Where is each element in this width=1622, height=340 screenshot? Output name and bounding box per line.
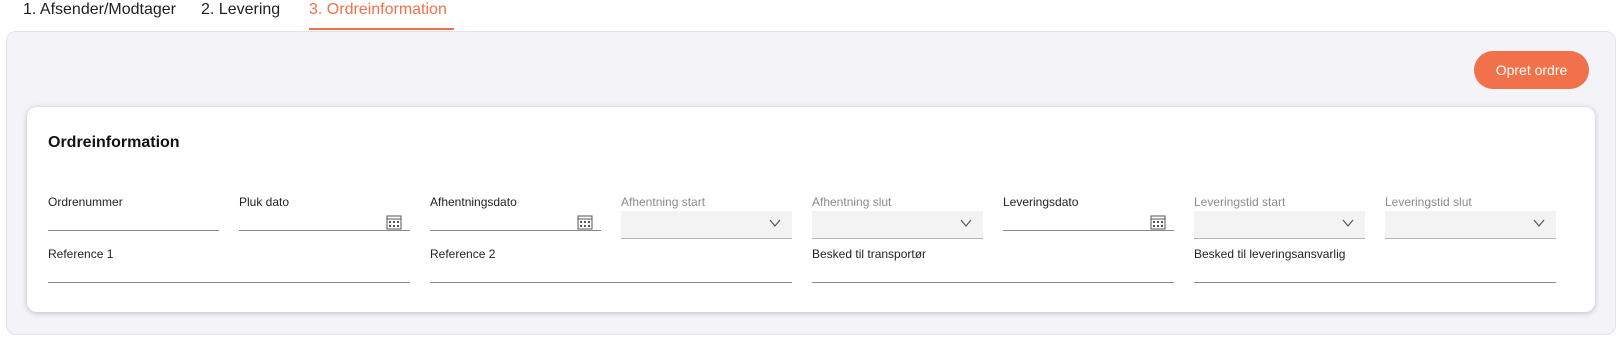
chevron-down-icon xyxy=(1533,219,1545,227)
afhentning-start-label: Afhentning start xyxy=(621,195,706,209)
ordrenummer-field: Ordrenummer xyxy=(48,195,219,233)
tab-levering[interactable]: 2. Levering xyxy=(201,0,280,20)
pluk-dato-label: Pluk dato xyxy=(239,195,290,209)
chevron-down-icon xyxy=(1342,219,1354,227)
afhentningsdato-field: Afhentningsdato xyxy=(430,195,601,233)
leveringstid-start-select[interactable] xyxy=(1194,211,1365,239)
besked-transportoer-label: Besked til transportør xyxy=(812,247,927,261)
reference-2-input[interactable] xyxy=(430,263,792,283)
leveringstid-start-field: Leveringstid start xyxy=(1194,195,1365,239)
afhentning-start-field: Afhentning start xyxy=(621,195,792,239)
leveringstid-start-label: Leveringstid start xyxy=(1194,195,1286,209)
tab-ordreinformation[interactable]: 3. Ordreinformation xyxy=(309,0,447,20)
reference-1-label: Reference 1 xyxy=(48,247,114,261)
leveringsdato-input[interactable] xyxy=(1003,211,1174,231)
ordrenummer-label: Ordrenummer xyxy=(48,195,123,209)
calendar-icon[interactable] xyxy=(1150,214,1166,230)
chevron-down-icon xyxy=(769,219,781,227)
besked-leveringsansvarlig-input[interactable] xyxy=(1194,263,1556,283)
pluk-dato-field: Pluk dato xyxy=(239,195,410,233)
afhentning-slut-field: Afhentning slut xyxy=(812,195,983,239)
leveringstid-slut-label: Leveringstid slut xyxy=(1385,195,1472,209)
besked-transportoer-field: Besked til transportør xyxy=(812,247,1174,285)
chevron-down-icon xyxy=(960,219,972,227)
besked-leveringsansvarlig-label: Besked til leveringsansvarlig xyxy=(1194,247,1346,261)
leveringstid-slut-field: Leveringstid slut xyxy=(1385,195,1556,239)
afhentning-slut-label: Afhentning slut xyxy=(812,195,892,209)
step-tabs: 1. Afsender/Modtager 2. Levering 3. Ordr… xyxy=(0,0,1622,32)
reference-1-field: Reference 1 xyxy=(48,247,410,285)
create-order-button[interactable]: Opret ordre xyxy=(1474,51,1589,89)
calendar-icon[interactable] xyxy=(386,214,402,230)
reference-2-field: Reference 2 xyxy=(430,247,792,285)
calendar-icon[interactable] xyxy=(577,214,593,230)
afhentningsdato-input[interactable] xyxy=(430,211,601,231)
reference-1-input[interactable] xyxy=(48,263,410,283)
leveringstid-slut-select[interactable] xyxy=(1385,211,1556,239)
afhentningsdato-label: Afhentningsdato xyxy=(430,195,517,209)
leveringsdato-field: Leveringsdato xyxy=(1003,195,1174,233)
pluk-dato-input[interactable] xyxy=(239,211,410,231)
afhentning-slut-select[interactable] xyxy=(812,211,983,239)
besked-leveringsansvarlig-field: Besked til leveringsansvarlig xyxy=(1194,247,1556,285)
reference-2-label: Reference 2 xyxy=(430,247,496,261)
afhentning-start-select[interactable] xyxy=(621,211,792,239)
card-title: Ordreinformation xyxy=(48,134,180,151)
ordrenummer-input[interactable] xyxy=(48,211,219,231)
leveringsdato-label: Leveringsdato xyxy=(1003,195,1079,209)
active-tab-indicator xyxy=(309,28,454,30)
besked-transportoer-input[interactable] xyxy=(812,263,1174,283)
tab-afsender-modtager[interactable]: 1. Afsender/Modtager xyxy=(23,0,176,20)
